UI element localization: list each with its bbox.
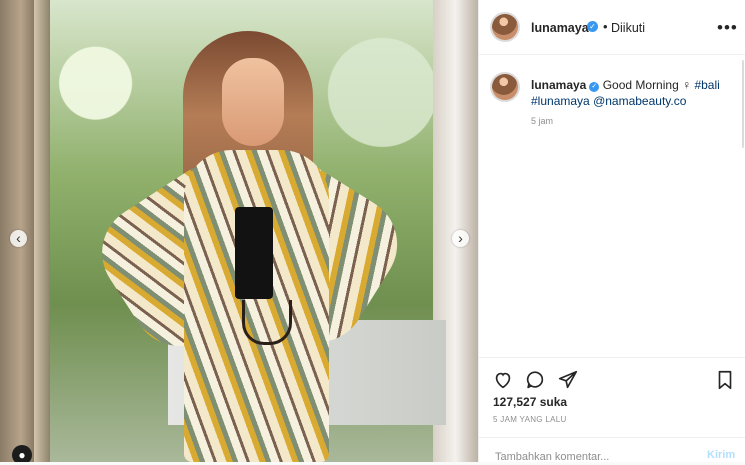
heart-icon[interactable]	[492, 369, 514, 391]
caption-time: 5 jam	[531, 116, 554, 126]
like-count[interactable]: 127,527 suka	[493, 395, 567, 409]
instagram-post: ‹ › ● lunamaya ✓ • Diikuti ••• lunamaya ✓…	[0, 0, 745, 465]
follow-status-button[interactable]: Diikuti	[611, 21, 645, 35]
separator-dot: •	[603, 19, 608, 34]
caption-text: lunamaya ✓ Good Morning ♀ #bali #lunamaya…	[531, 77, 736, 109]
black-top	[235, 207, 273, 299]
post-age: 5 JAM YANG LALU	[493, 415, 567, 424]
door-frame-left-inner	[34, 0, 50, 462]
profile-username[interactable]: lunamaya	[531, 21, 589, 35]
post-sidebar: lunamaya ✓ • Diikuti ••• lunamaya ✓ Good …	[478, 0, 745, 465]
more-icon[interactable]: •••	[717, 18, 738, 38]
post-comment-button[interactable]: Kirim	[707, 449, 735, 461]
user-tag-icon: ●	[18, 448, 26, 462]
dress-belt	[242, 300, 292, 345]
comments-scrollbar[interactable]	[742, 60, 744, 148]
post-actions: 127,527 suka 5 JAM YANG LALU	[479, 357, 745, 438]
comment-icon[interactable]	[524, 369, 546, 391]
woman-face	[222, 58, 284, 146]
avatar-image	[492, 14, 518, 40]
chevron-right-icon: ›	[458, 230, 463, 246]
post-photo[interactable]: ‹ › ●	[0, 0, 478, 462]
caption-comment: lunamaya ✓ Good Morning ♀ #bali #lunamaya…	[479, 69, 745, 133]
comment-composer: Kirim	[479, 437, 745, 465]
chevron-left-icon: ‹	[16, 230, 21, 246]
bookmark-icon[interactable]	[714, 369, 736, 391]
caption-message: Good Morning	[602, 78, 679, 92]
avatar-image	[492, 74, 518, 100]
caption-emoji: ♀	[682, 78, 692, 92]
verified-icon: ✓	[587, 21, 598, 32]
hashtag-bali[interactable]: #bali	[694, 78, 719, 92]
comment-input[interactable]	[493, 449, 667, 465]
profile-avatar[interactable]	[490, 12, 520, 42]
caption-avatar[interactable]	[490, 72, 520, 102]
next-photo-button[interactable]: ›	[452, 230, 469, 247]
share-icon[interactable]	[557, 369, 579, 391]
mention-namabeauty[interactable]: @namabeauty.co	[593, 94, 686, 108]
caption-username[interactable]: lunamaya	[531, 78, 586, 92]
post-header: lunamaya ✓ • Diikuti •••	[479, 0, 745, 55]
verified-icon: ✓	[589, 82, 600, 92]
user-tag-button[interactable]: ●	[12, 445, 32, 462]
previous-photo-button[interactable]: ‹	[10, 230, 27, 247]
hashtag-lunamaya[interactable]: #lunamaya	[531, 94, 590, 108]
